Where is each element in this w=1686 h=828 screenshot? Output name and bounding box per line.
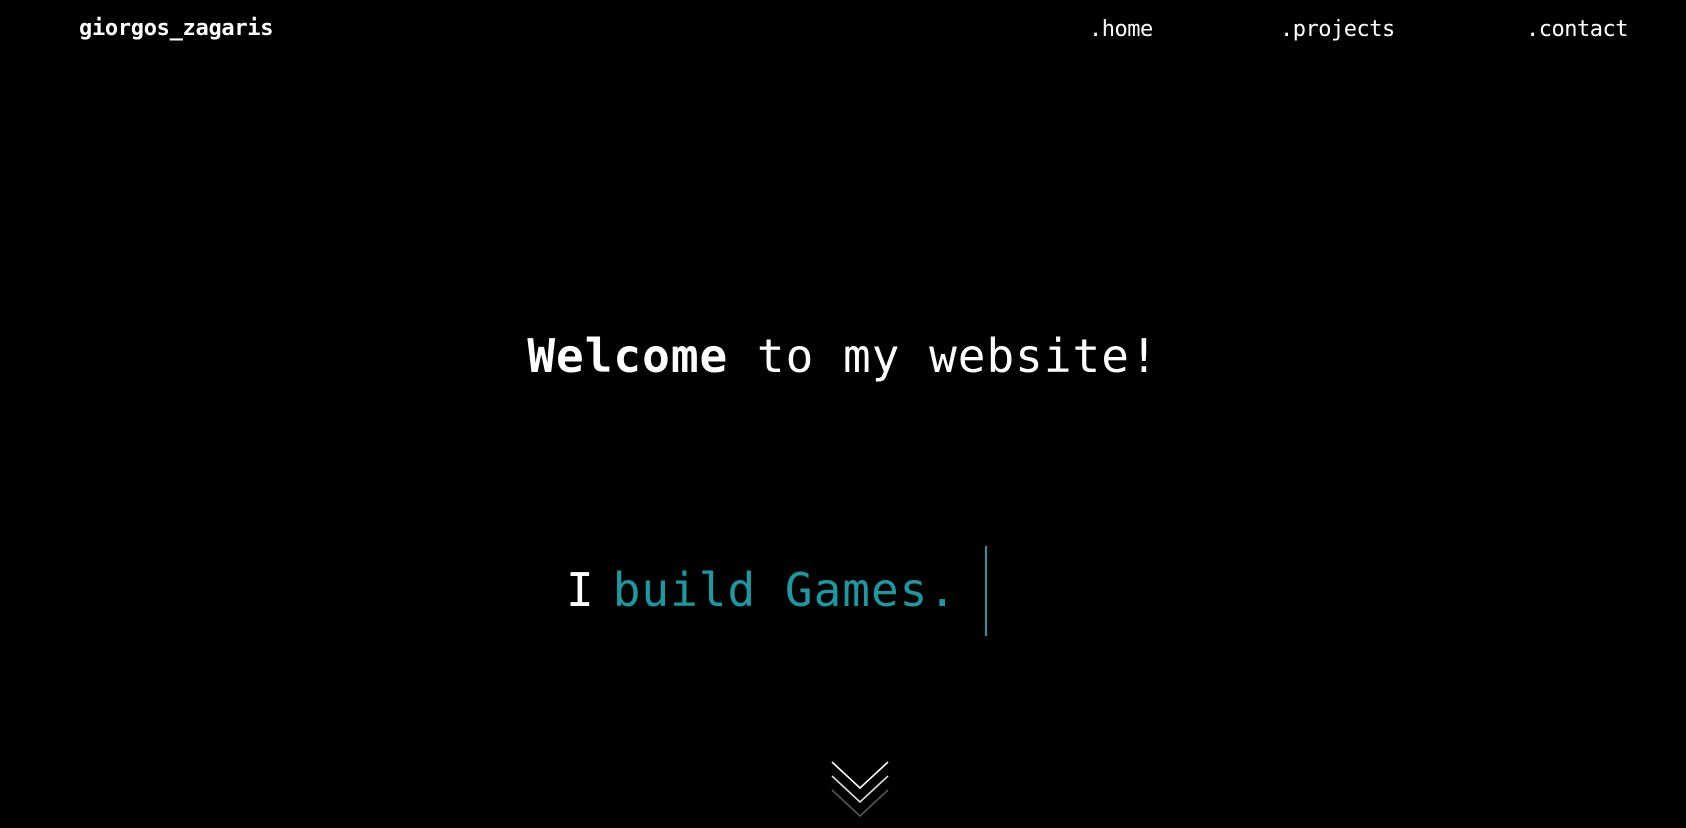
welcome-heading: Welcome to my website! bbox=[0, 326, 1686, 386]
nav-projects-link[interactable]: .projects bbox=[1280, 17, 1395, 42]
welcome-rest: to my website! bbox=[756, 329, 1159, 383]
site-brand[interactable]: giorgos_zagaris bbox=[79, 16, 273, 41]
chevron-double-down-icon[interactable] bbox=[830, 760, 890, 828]
typing-cursor bbox=[985, 546, 987, 636]
welcome-strong: Welcome bbox=[527, 329, 729, 383]
nav-contact-link[interactable]: .contact bbox=[1526, 17, 1628, 42]
tagline-prefix: I bbox=[566, 563, 595, 617]
nav-home-link[interactable]: .home bbox=[1089, 17, 1153, 42]
typing-tagline: I build Games. bbox=[566, 560, 957, 620]
tagline-typed-text: build Games. bbox=[612, 563, 958, 617]
